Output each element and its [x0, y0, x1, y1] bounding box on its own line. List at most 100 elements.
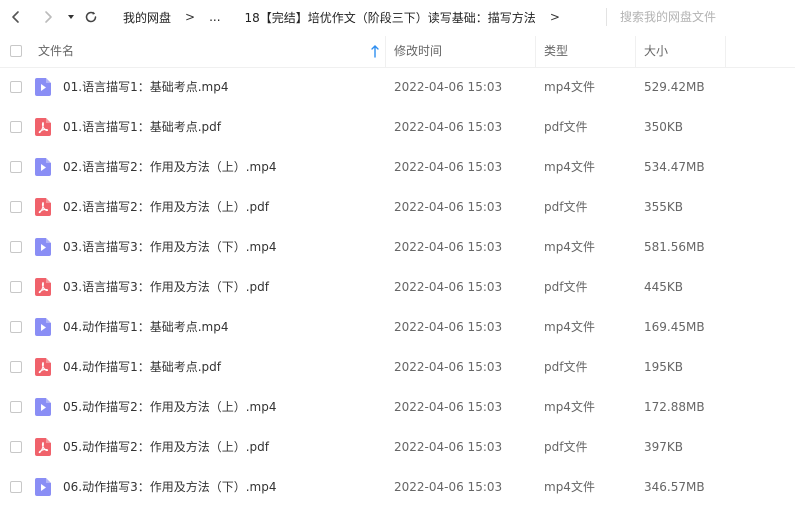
row-checkbox[interactable]: [10, 281, 22, 293]
column-divider[interactable]: [725, 36, 726, 67]
select-all-checkbox[interactable]: [10, 45, 22, 57]
file-name[interactable]: 04.动作描写1：基础考点.pdf: [63, 347, 221, 387]
file-type: mp4文件: [544, 80, 595, 94]
toolbar: 我的网盘 > ... 18【完结】培优作文（阶段三下）读写基础：描写方法 >: [0, 0, 795, 34]
file-type: pdf文件: [544, 200, 588, 214]
chevron-left-icon: [10, 10, 22, 24]
row-checkbox[interactable]: [10, 361, 22, 373]
back-button[interactable]: [6, 7, 26, 27]
file-modified-time: 2022-04-06 15:03: [394, 320, 503, 334]
file-size: 445KB: [644, 280, 684, 294]
file-row[interactable]: 03.语言描写3：作用及方法（下）.mp4 2022-04-06 15:03 m…: [0, 227, 795, 267]
file-type: mp4文件: [544, 240, 595, 254]
file-name[interactable]: 05.动作描写2：作用及方法（上）.mp4: [63, 387, 276, 427]
file-modified-time: 2022-04-06 15:03: [394, 80, 503, 94]
file-modified-time: 2022-04-06 15:03: [394, 240, 503, 254]
column-divider[interactable]: [635, 36, 636, 67]
file-size: 346.57MB: [644, 480, 705, 494]
pdf-file-icon: [35, 278, 51, 296]
file-size: 350KB: [644, 120, 684, 134]
file-modified-time: 2022-04-06 15:03: [394, 200, 503, 214]
file-name[interactable]: 04.动作描写1：基础考点.mp4: [63, 307, 228, 347]
caret-down-icon: [66, 12, 76, 22]
file-row[interactable]: 03.语言描写3：作用及方法（下）.pdf 2022-04-06 15:03 p…: [0, 267, 795, 307]
file-modified-time: 2022-04-06 15:03: [394, 160, 503, 174]
file-modified-time: 2022-04-06 15:03: [394, 360, 503, 374]
breadcrumb-separator: >: [185, 10, 196, 24]
file-name[interactable]: 01.语言描写1：基础考点.pdf: [63, 107, 221, 147]
forward-button[interactable]: [38, 7, 58, 27]
video-file-icon: [35, 478, 51, 496]
file-size: 397KB: [644, 440, 684, 454]
chevron-right-icon: [42, 10, 54, 24]
file-row[interactable]: 05.动作描写2：作用及方法（上）.pdf 2022-04-06 15:03 p…: [0, 427, 795, 467]
file-type: mp4文件: [544, 320, 595, 334]
file-type: pdf文件: [544, 360, 588, 374]
file-row[interactable]: 02.语言描写2：作用及方法（上）.mp4 2022-04-06 15:03 m…: [0, 147, 795, 187]
file-modified-time: 2022-04-06 15:03: [394, 400, 503, 414]
file-type: mp4文件: [544, 400, 595, 414]
file-modified-time: 2022-04-06 15:03: [394, 440, 503, 454]
file-size: 355KB: [644, 200, 684, 214]
breadcrumb-separator: >: [549, 10, 560, 24]
refresh-button[interactable]: [81, 7, 101, 27]
row-checkbox[interactable]: [10, 241, 22, 253]
file-size: 529.42MB: [644, 80, 705, 94]
file-list: 01.语言描写1：基础考点.mp4 2022-04-06 15:03 mp4文件…: [0, 67, 795, 507]
column-header-name[interactable]: 文件名: [38, 36, 74, 67]
file-size: 195KB: [644, 360, 684, 374]
file-row[interactable]: 02.语言描写2：作用及方法（上）.pdf 2022-04-06 15:03 p…: [0, 187, 795, 227]
file-name[interactable]: 05.动作描写2：作用及方法（上）.pdf: [63, 427, 269, 467]
file-modified-time: 2022-04-06 15:03: [394, 120, 503, 134]
file-type: mp4文件: [544, 160, 595, 174]
row-checkbox[interactable]: [10, 481, 22, 493]
file-row[interactable]: 04.动作描写1：基础考点.pdf 2022-04-06 15:03 pdf文件…: [0, 347, 795, 387]
column-header-type[interactable]: 类型: [544, 36, 568, 67]
file-name[interactable]: 02.语言描写2：作用及方法（上）.pdf: [63, 187, 269, 227]
sort-up-arrow-icon[interactable]: [370, 36, 380, 67]
row-checkbox[interactable]: [10, 81, 22, 93]
history-dropdown-button[interactable]: [61, 7, 81, 27]
breadcrumb-current[interactable]: 18【完结】培优作文（阶段三下）读写基础：描写方法: [245, 9, 536, 26]
breadcrumb-root[interactable]: 我的网盘: [123, 9, 171, 26]
file-row[interactable]: 04.动作描写1：基础考点.mp4 2022-04-06 15:03 mp4文件…: [0, 307, 795, 347]
video-file-icon: [35, 318, 51, 336]
file-modified-time: 2022-04-06 15:03: [394, 280, 503, 294]
pdf-file-icon: [35, 358, 51, 376]
column-header-modified[interactable]: 修改时间: [394, 36, 442, 67]
file-size: 169.45MB: [644, 320, 705, 334]
file-size: 172.88MB: [644, 400, 705, 414]
pdf-file-icon: [35, 198, 51, 216]
file-name[interactable]: 01.语言描写1：基础考点.mp4: [63, 67, 228, 107]
file-name[interactable]: 02.语言描写2：作用及方法（上）.mp4: [63, 147, 276, 187]
file-row[interactable]: 05.动作描写2：作用及方法（上）.mp4 2022-04-06 15:03 m…: [0, 387, 795, 427]
file-type: pdf文件: [544, 280, 588, 294]
file-row[interactable]: 06.动作描写3：作用及方法（下）.mp4 2022-04-06 15:03 m…: [0, 467, 795, 507]
file-name[interactable]: 03.语言描写3：作用及方法（下）.mp4: [63, 227, 276, 267]
pdf-file-icon: [35, 438, 51, 456]
file-name[interactable]: 03.语言描写3：作用及方法（下）.pdf: [63, 267, 269, 307]
column-divider[interactable]: [385, 36, 386, 67]
video-file-icon: [35, 238, 51, 256]
search-input[interactable]: [612, 6, 792, 28]
file-row[interactable]: 01.语言描写1：基础考点.pdf 2022-04-06 15:03 pdf文件…: [0, 107, 795, 147]
row-checkbox[interactable]: [10, 201, 22, 213]
column-header-size[interactable]: 大小: [644, 36, 668, 67]
row-checkbox[interactable]: [10, 321, 22, 333]
row-checkbox[interactable]: [10, 161, 22, 173]
file-row[interactable]: 01.语言描写1：基础考点.mp4 2022-04-06 15:03 mp4文件…: [0, 67, 795, 107]
breadcrumb: 我的网盘 > ... 18【完结】培优作文（阶段三下）读写基础：描写方法 >: [123, 8, 574, 26]
file-size: 581.56MB: [644, 240, 705, 254]
file-name[interactable]: 06.动作描写3：作用及方法（下）.mp4: [63, 467, 276, 507]
column-divider[interactable]: [535, 36, 536, 67]
file-modified-time: 2022-04-06 15:03: [394, 480, 503, 494]
video-file-icon: [35, 158, 51, 176]
row-checkbox[interactable]: [10, 121, 22, 133]
file-type: pdf文件: [544, 120, 588, 134]
file-type: pdf文件: [544, 440, 588, 454]
row-checkbox[interactable]: [10, 401, 22, 413]
breadcrumb-ellipsis[interactable]: ...: [209, 10, 220, 24]
row-checkbox[interactable]: [10, 441, 22, 453]
file-size: 534.47MB: [644, 160, 705, 174]
file-type: mp4文件: [544, 480, 595, 494]
